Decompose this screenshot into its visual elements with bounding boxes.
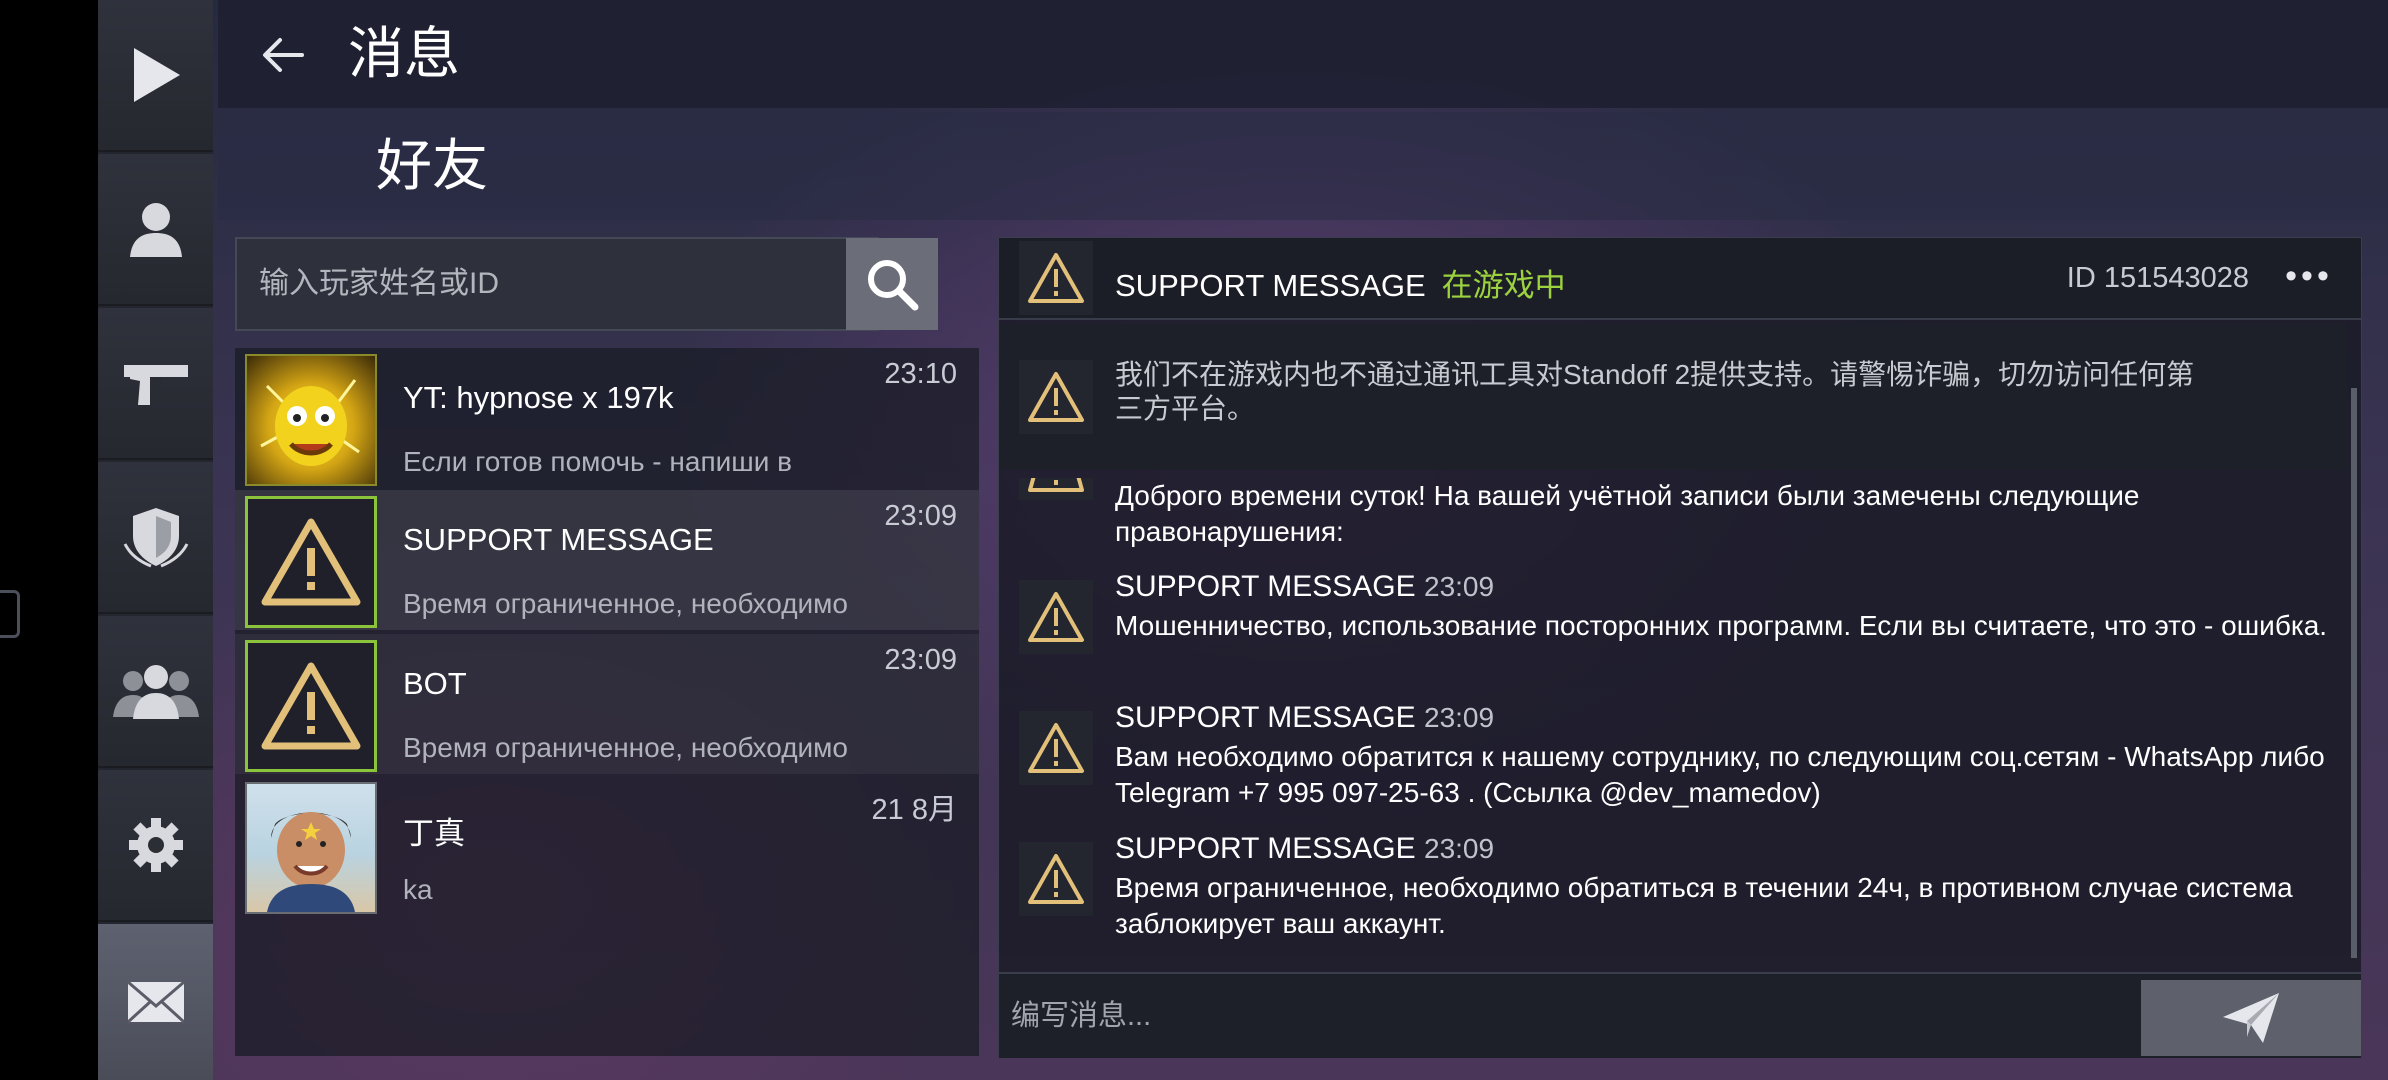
contact-name: 丁真 bbox=[403, 816, 465, 851]
message-header: SUPPORT MESSAGE 23:09 bbox=[1115, 832, 1494, 866]
warning-icon bbox=[1028, 372, 1084, 422]
contact-preview: ka bbox=[403, 874, 433, 905]
warning-icon bbox=[1028, 253, 1084, 303]
search-box bbox=[235, 237, 879, 331]
contact-time: 21 8月 bbox=[871, 794, 957, 826]
contact-preview: Если готов помочь - напиши в bbox=[403, 446, 793, 477]
contact-item[interactable]: BOT Время ограниченное, необходимо 23:09 bbox=[235, 634, 979, 774]
section-title: 好友 bbox=[376, 134, 488, 197]
back-button[interactable] bbox=[258, 30, 308, 80]
anti-scam-notice: 我们不在游戏内也不通过通讯工具对Standoff 2提供支持。请警惕诈骗，切勿访… bbox=[999, 324, 2347, 470]
warning-icon bbox=[1028, 723, 1084, 773]
message-time: 23:09 bbox=[1424, 571, 1495, 602]
contact-time: 23:09 bbox=[884, 500, 957, 532]
send-button[interactable] bbox=[2141, 980, 2361, 1056]
message-header: SUPPORT MESSAGE 23:09 bbox=[1115, 570, 1494, 604]
message-text: Мошенничество, использование посторонних… bbox=[1115, 610, 2328, 641]
chat-title: SUPPORT MESSAGE 在游戏中 bbox=[1115, 260, 1566, 305]
warning-icon bbox=[1028, 854, 1084, 904]
contact-time: 23:09 bbox=[884, 644, 957, 676]
edge-marker bbox=[0, 590, 20, 638]
contact-name: BOT bbox=[403, 666, 467, 701]
message-sender: SUPPORT MESSAGE bbox=[1115, 570, 1416, 603]
weapons-button[interactable] bbox=[98, 308, 213, 460]
chat-panel: SUPPORT MESSAGE 在游戏中 ID 151543028 ••• 我们不… bbox=[998, 237, 2362, 1058]
warning-icon bbox=[1028, 592, 1084, 642]
chat-avatar bbox=[1019, 241, 1093, 315]
friends-icon bbox=[112, 665, 199, 719]
top-bar: 消息 bbox=[218, 0, 2388, 108]
avatar bbox=[245, 782, 377, 914]
warning-icon bbox=[261, 662, 361, 750]
clan-shield-icon bbox=[123, 508, 188, 568]
message-header: SUPPORT MESSAGE 23:09 bbox=[1115, 701, 1494, 735]
play-icon bbox=[133, 48, 180, 102]
message-composer bbox=[999, 972, 2361, 1058]
contact-list: YT: hypnose x 197k Если готов помочь - н… bbox=[235, 348, 979, 1056]
message-time: 23:09 bbox=[1424, 833, 1495, 864]
message-avatar bbox=[1019, 580, 1093, 654]
search-button[interactable] bbox=[846, 238, 938, 330]
notice-warning bbox=[1019, 360, 1093, 434]
notice-text: 我们不在游戏内也不通过通讯工具对Standoff 2提供支持。请警惕诈骗，切勿访… bbox=[1115, 359, 2195, 424]
message-avatar bbox=[1019, 711, 1093, 785]
search-icon bbox=[868, 260, 919, 311]
mail-icon bbox=[126, 980, 185, 1024]
contact-item[interactable]: SUPPORT MESSAGE Время ограниченное, необ… bbox=[235, 490, 979, 630]
online-status: 在游戏中 bbox=[1441, 268, 1566, 303]
profile-icon bbox=[129, 203, 182, 257]
contact-time: 23:10 bbox=[884, 358, 957, 390]
contact-item[interactable]: YT: hypnose x 197k Если готов помочь - н… bbox=[235, 348, 979, 488]
contact-name: SUPPORT MESSAGE bbox=[403, 522, 714, 557]
warning-icon bbox=[261, 518, 361, 606]
app-screen: 消息 好友 YT: hypnose x 197k Если готов помо… bbox=[98, 0, 2388, 1080]
friends-button[interactable] bbox=[98, 616, 213, 768]
contact-preview: Время ограниченное, необходимо bbox=[403, 732, 848, 763]
messages-button[interactable] bbox=[98, 924, 213, 1080]
avatar bbox=[245, 640, 377, 772]
message-text: Вам необходимо обратится к нашему сотруд… bbox=[1115, 741, 2325, 808]
cartoon-avatar-image bbox=[260, 379, 360, 466]
search-input[interactable] bbox=[237, 239, 777, 329]
photo-avatar-image bbox=[267, 812, 355, 912]
send-icon bbox=[2223, 993, 2279, 1043]
message-list: Доброго времени суток! На вашей учётной … bbox=[999, 478, 2347, 958]
player-id: ID 151543028 bbox=[2066, 262, 2249, 294]
message-text: Время ограниченное, необходимо обратитьс… bbox=[1115, 872, 2293, 939]
settings-gear-icon bbox=[128, 818, 183, 872]
sidebar bbox=[98, 0, 213, 1080]
avatar bbox=[245, 496, 377, 628]
message-time: 23:09 bbox=[1424, 702, 1495, 733]
chat-contact-name: SUPPORT MESSAGE bbox=[1115, 268, 1426, 303]
page-title: 消息 bbox=[348, 22, 460, 85]
contact-preview: Время ограниченное, необходимо bbox=[403, 588, 848, 619]
pistol-icon bbox=[123, 365, 188, 405]
message-sender: SUPPORT MESSAGE bbox=[1115, 701, 1416, 734]
message-input[interactable] bbox=[999, 974, 2139, 1058]
avatar bbox=[245, 354, 377, 486]
chat-header: SUPPORT MESSAGE 在游戏中 ID 151543028 ••• bbox=[999, 238, 2361, 320]
section-header: 好友 bbox=[218, 112, 2388, 220]
message-sender: SUPPORT MESSAGE bbox=[1115, 832, 1416, 865]
message-scrollbar[interactable] bbox=[2351, 388, 2357, 958]
clan-button[interactable] bbox=[98, 462, 213, 614]
settings-button[interactable] bbox=[98, 770, 213, 922]
arrow-left-icon bbox=[263, 38, 304, 72]
message-avatar bbox=[1019, 478, 1093, 500]
more-options-button[interactable]: ••• bbox=[2277, 259, 2341, 293]
message-text: Доброго времени суток! На вашей учётной … bbox=[1115, 480, 2140, 547]
warning-icon bbox=[1028, 478, 1084, 492]
play-button[interactable] bbox=[98, 0, 213, 152]
profile-button[interactable] bbox=[98, 154, 213, 306]
contact-name: YT: hypnose x 197k bbox=[403, 380, 674, 415]
message-avatar bbox=[1019, 842, 1093, 916]
contact-item[interactable]: 丁真 ka 21 8月 bbox=[235, 776, 979, 916]
